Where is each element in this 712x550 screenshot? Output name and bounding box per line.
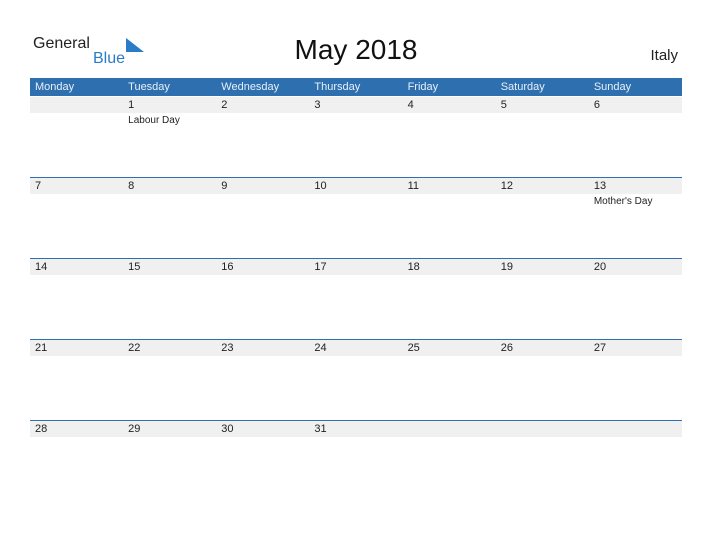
day-cell: 23 — [216, 340, 309, 420]
holiday-label: Mother's Day — [593, 196, 653, 207]
day-number: 9 — [221, 180, 228, 192]
day-cell: 28 — [30, 421, 123, 501]
day-cell: 24 — [309, 340, 402, 420]
day-number: 12 — [500, 180, 513, 192]
day-number: 14 — [35, 261, 48, 273]
weekday-tuesday: Tuesday — [128, 81, 170, 93]
day-number: 3 — [314, 99, 321, 111]
day-cell — [496, 421, 589, 501]
weekday-thursday: Thursday — [314, 81, 361, 93]
week-row: 21 22 23 24 25 26 27 — [30, 339, 682, 420]
day-number: 4 — [407, 99, 414, 111]
day-number: 7 — [35, 180, 42, 192]
week-row: 1 Labour Day 2 3 4 5 6 — [30, 97, 682, 177]
day-number: 21 — [35, 342, 48, 354]
weekday-monday: Monday — [35, 81, 75, 93]
day-cell: 8 — [123, 178, 216, 258]
day-number: 1 — [128, 99, 135, 111]
day-cell: 29 — [123, 421, 216, 501]
day-cell: 27 — [589, 340, 682, 420]
day-cell: 26 — [496, 340, 589, 420]
day-number: 18 — [407, 261, 420, 273]
weekday-friday: Friday — [407, 81, 439, 93]
day-cell — [403, 421, 496, 501]
day-cell: 9 — [216, 178, 309, 258]
day-number: 15 — [128, 261, 141, 273]
page-title: May 2018 — [294, 34, 418, 65]
weekday-wednesday: Wednesday — [221, 81, 280, 93]
day-cell: 11 — [403, 178, 496, 258]
day-number: 6 — [593, 99, 600, 111]
day-cell: 14 — [30, 259, 123, 339]
day-number: 23 — [221, 342, 234, 354]
day-cell: 13 Mother's Day — [589, 178, 682, 258]
weekday-saturday: Saturday — [500, 81, 545, 93]
day-number: 13 — [593, 180, 607, 192]
day-cell: 18 — [403, 259, 496, 339]
day-number: 19 — [500, 261, 513, 273]
day-cell — [30, 97, 123, 177]
day-cell: 16 — [216, 259, 309, 339]
day-cell: 7 — [30, 178, 123, 258]
day-cell: 25 — [403, 340, 496, 420]
day-number: 10 — [314, 180, 327, 192]
week-row: 28 29 30 31 — [30, 420, 682, 501]
day-number: 11 — [407, 180, 419, 192]
week-row: 7 8 9 10 11 12 13 Mother's Day — [30, 177, 682, 258]
week-row: 14 15 16 17 18 19 20 — [30, 258, 682, 339]
holiday-label: Labour Day — [128, 115, 180, 126]
day-number: 16 — [221, 261, 234, 273]
day-number: 30 — [221, 423, 234, 435]
day-number: 5 — [500, 99, 507, 111]
day-number: 27 — [593, 342, 607, 354]
day-number: 28 — [35, 423, 48, 435]
day-number: 24 — [314, 342, 327, 354]
day-cell: 31 — [309, 421, 402, 501]
day-number: 25 — [407, 342, 420, 354]
day-number: 31 — [314, 423, 327, 435]
day-cell: 20 — [589, 259, 682, 339]
day-cell: 10 — [309, 178, 402, 258]
day-number: 17 — [314, 261, 327, 273]
day-cell: 19 — [496, 259, 589, 339]
weekday-sunday: Sunday — [593, 81, 632, 93]
day-cell: 5 — [496, 97, 589, 177]
day-number: 26 — [500, 342, 513, 354]
day-number: 2 — [221, 99, 228, 111]
day-cell: 1 Labour Day — [123, 97, 216, 177]
day-cell: 17 — [309, 259, 402, 339]
day-cell: 30 — [216, 421, 309, 501]
day-cell: 15 — [123, 259, 216, 339]
day-cell: 21 — [30, 340, 123, 420]
day-number: 8 — [128, 180, 135, 192]
day-cell: 6 — [589, 97, 682, 177]
day-number: 29 — [128, 423, 141, 435]
weekday-header: Monday Tuesday Wednesday Thursday Friday… — [30, 78, 682, 96]
day-cell: 4 — [403, 97, 496, 177]
day-cell: 2 — [216, 97, 309, 177]
day-number: 20 — [593, 261, 607, 273]
day-cell: 3 — [309, 97, 402, 177]
country-label: Italy — [650, 47, 678, 64]
day-cell: 12 — [496, 178, 589, 258]
day-cell: 22 — [123, 340, 216, 420]
day-number: 22 — [128, 342, 141, 354]
day-cell — [589, 421, 682, 501]
